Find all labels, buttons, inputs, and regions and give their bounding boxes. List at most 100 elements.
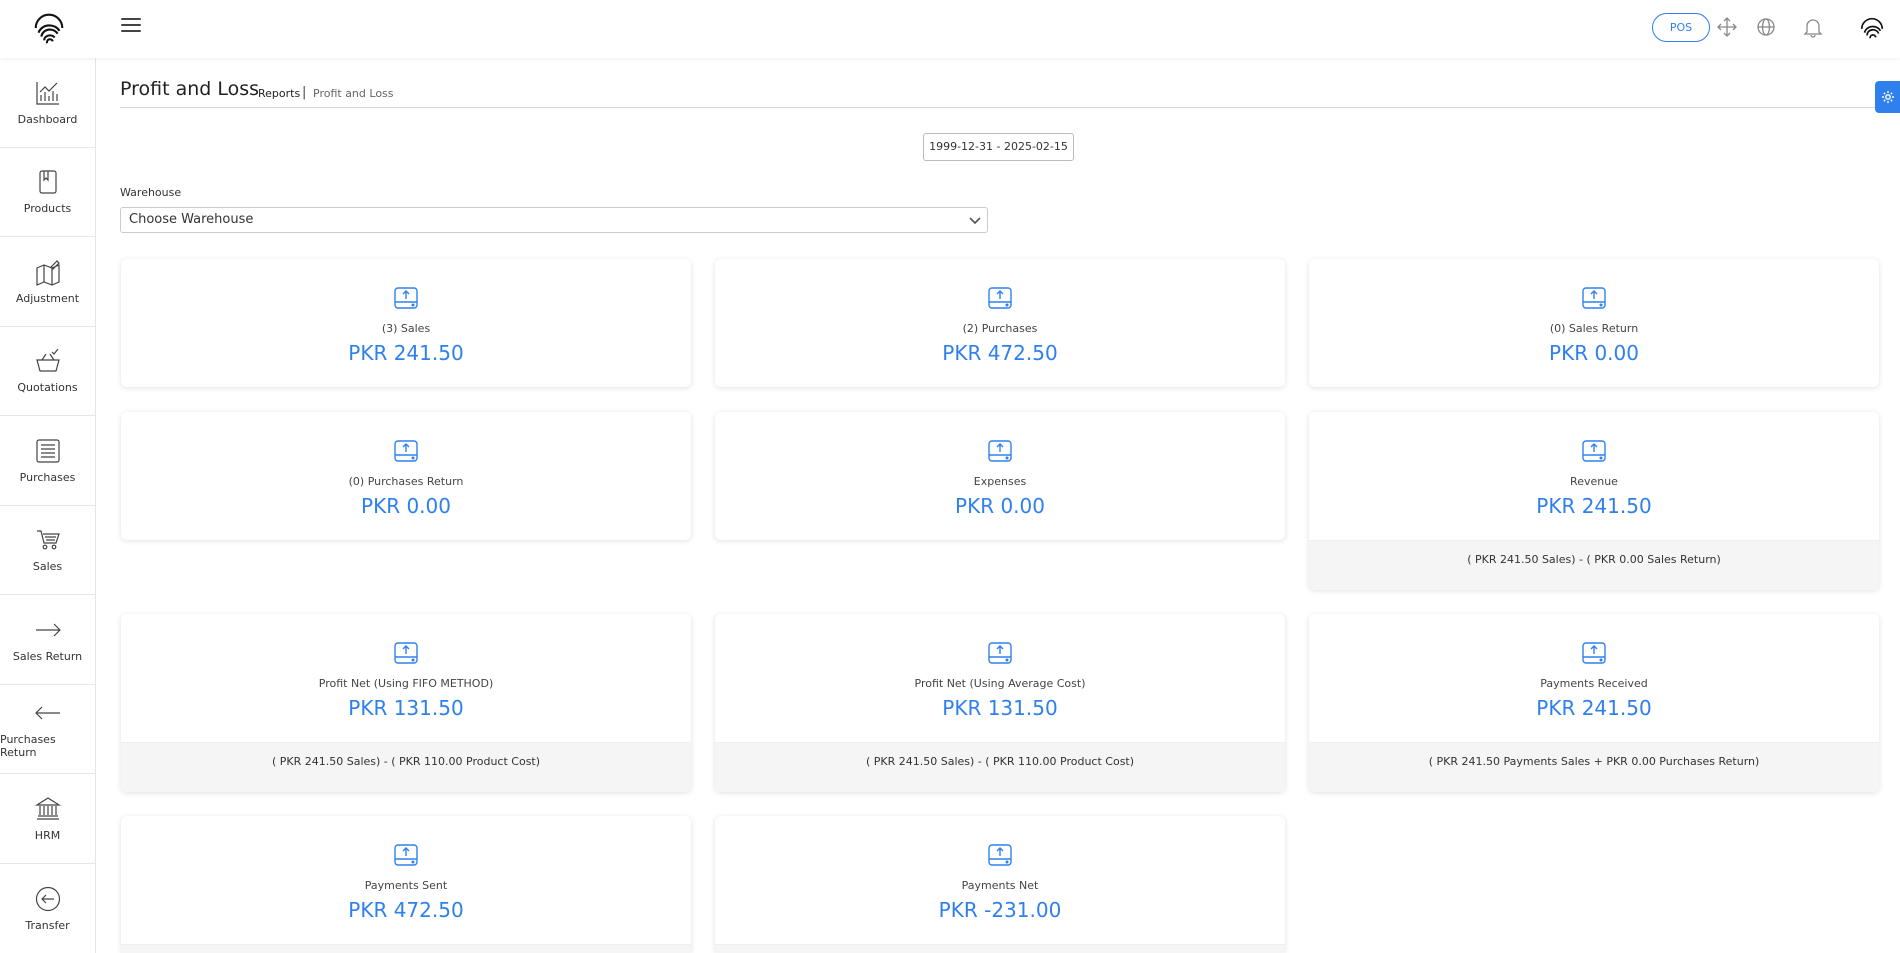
upload-drive-icon xyxy=(394,287,418,309)
card-purchases-return: (0) Purchases Return PKR 0.00 xyxy=(121,412,691,540)
card-value: PKR 241.50 xyxy=(348,341,464,365)
card-formula: ( PKR 241.50 Sales) - ( PKR 110.00 Produ… xyxy=(715,742,1285,792)
card-value: PKR 0.00 xyxy=(361,494,451,518)
warehouse-select[interactable]: Choose Warehouse xyxy=(120,207,988,233)
upload-drive-icon xyxy=(988,287,1012,309)
sidebar-item-label: Adjustment xyxy=(15,291,80,305)
breadcrumb-reports[interactable]: Reports xyxy=(258,87,300,100)
chart-icon xyxy=(35,81,59,105)
arrow-left-icon xyxy=(34,706,60,720)
top-bar: POS xyxy=(0,0,1900,58)
card-revenue: Revenue PKR 241.50 ( PKR 241.50 Sales) -… xyxy=(1309,412,1879,590)
upload-drive-icon xyxy=(1582,440,1606,462)
sidebar-item-label: Transfer xyxy=(25,918,70,932)
gear-icon xyxy=(1882,91,1894,103)
sidebar-item-label: Sales Return xyxy=(12,649,83,663)
upload-drive-icon xyxy=(394,844,418,866)
card-value: PKR 0.00 xyxy=(955,494,1045,518)
card-payments-sent: Payments Sent PKR 472.50 xyxy=(121,816,691,953)
customizer-toggle-button[interactable] xyxy=(1875,81,1900,113)
sidebar-item-label: Sales xyxy=(32,560,63,574)
avatar[interactable] xyxy=(1858,14,1886,42)
card-label: Payments Sent xyxy=(364,879,448,892)
card-value: PKR 241.50 xyxy=(1536,696,1652,720)
card-value: PKR 131.50 xyxy=(942,696,1058,720)
warehouse-select-value: Choose Warehouse xyxy=(129,212,254,227)
sidebar-item-sales[interactable]: Sales xyxy=(0,506,95,595)
breadcrumb-separator: | xyxy=(302,85,307,100)
sidebar-item-label: Dashboard xyxy=(17,112,78,126)
card-value: PKR 472.50 xyxy=(942,341,1058,365)
upload-drive-icon xyxy=(988,844,1012,866)
card-formula xyxy=(121,944,691,953)
card-value: PKR 472.50 xyxy=(348,898,464,922)
chevron-down-icon xyxy=(969,217,981,225)
card-payments-net: Payments Net PKR -231.00 xyxy=(715,816,1285,953)
card-label: (2) Purchases xyxy=(962,322,1038,335)
menu-icon-bar xyxy=(121,18,141,20)
card-value: PKR 241.50 xyxy=(1536,494,1652,518)
card-label: Payments Net xyxy=(961,879,1039,892)
menu-icon-bar xyxy=(121,30,141,32)
basket-check-icon xyxy=(35,348,60,372)
card-sales: (3) Sales PKR 241.50 xyxy=(121,259,691,387)
sidebar-item-adjustment[interactable]: Adjustment xyxy=(0,237,95,327)
page-header: Profit and Loss Reports | Profit and Los… xyxy=(120,68,1878,108)
card-expenses: Expenses PKR 0.00 xyxy=(715,412,1285,540)
card-formula xyxy=(715,944,1285,953)
fullscreen-icon[interactable] xyxy=(1716,16,1738,38)
card-label: Revenue xyxy=(1570,475,1618,488)
card-formula: ( PKR 241.50 Sales) - ( PKR 0.00 Sales R… xyxy=(1309,540,1879,590)
upload-drive-icon xyxy=(394,642,418,664)
sidebar-item-dashboard[interactable]: Dashboard xyxy=(0,58,95,148)
page-title: Profit and Loss xyxy=(120,78,260,100)
card-value: PKR 0.00 xyxy=(1549,341,1639,365)
card-profit-net-fifo: Profit Net (Using FIFO METHOD) PKR 131.5… xyxy=(121,614,691,792)
date-range-picker[interactable]: 1999-12-31 - 2025-02-15 xyxy=(923,133,1074,161)
book-icon xyxy=(38,170,57,194)
sidebar-item-purchases-return[interactable]: Purchases Return xyxy=(0,685,95,774)
card-label: (0) Purchases Return xyxy=(348,475,464,488)
card-value: PKR 131.50 xyxy=(348,696,464,720)
card-purchases: (2) Purchases PKR 472.50 xyxy=(715,259,1285,387)
upload-drive-icon xyxy=(988,642,1012,664)
pos-button[interactable]: POS xyxy=(1652,13,1710,42)
arrow-right-icon xyxy=(35,623,61,637)
cart-icon xyxy=(36,530,60,550)
sidebar-item-label: Purchases Return xyxy=(0,732,56,759)
sidebar-item-transfer[interactable]: Transfer xyxy=(0,864,95,953)
globe-icon[interactable] xyxy=(1755,16,1777,38)
map-edit-icon xyxy=(35,259,60,286)
upload-drive-icon xyxy=(1582,287,1606,309)
sidebar-item-purchases[interactable]: Purchases xyxy=(0,416,95,506)
sidebar-item-label: HRM xyxy=(34,828,61,842)
card-value: PKR -231.00 xyxy=(938,898,1062,922)
breadcrumb-current: Profit and Loss xyxy=(313,87,394,100)
logo-icon[interactable] xyxy=(30,9,68,47)
sidebar-item-quotations[interactable]: Quotations xyxy=(0,327,95,416)
sidebar-item-hrm[interactable]: HRM xyxy=(0,774,95,864)
transfer-icon xyxy=(35,886,60,911)
upload-drive-icon xyxy=(394,440,418,462)
card-formula: ( PKR 241.50 Sales) - ( PKR 110.00 Produ… xyxy=(121,742,691,792)
card-label: Profit Net (Using FIFO METHOD) xyxy=(318,677,494,690)
bell-icon[interactable] xyxy=(1802,16,1824,38)
sidebar-item-label: Quotations xyxy=(17,381,78,395)
card-label: (3) Sales xyxy=(381,322,431,335)
card-formula: ( PKR 241.50 Payments Sales + PKR 0.00 P… xyxy=(1309,742,1879,792)
upload-drive-icon xyxy=(1582,642,1606,664)
menu-icon-bar xyxy=(121,24,141,26)
card-label: Payments Received xyxy=(1540,677,1648,690)
card-profit-net-average: Profit Net (Using Average Cost) PKR 131.… xyxy=(715,614,1285,792)
warehouse-label: Warehouse xyxy=(120,186,182,199)
card-label: Expenses xyxy=(973,475,1027,488)
sidebar-item-sales-return[interactable]: Sales Return xyxy=(0,595,95,685)
card-payments-received: Payments Received PKR 241.50 ( PKR 241.5… xyxy=(1309,614,1879,792)
sidebar-item-products[interactable]: Products xyxy=(0,148,95,237)
menu-toggle-button[interactable] xyxy=(121,18,141,34)
upload-drive-icon xyxy=(988,440,1012,462)
sidebar: Dashboard Products Adjustment Quotations… xyxy=(0,58,96,953)
card-sales-return: (0) Sales Return PKR 0.00 xyxy=(1309,259,1879,387)
sidebar-item-label: Purchases xyxy=(19,470,76,484)
sidebar-item-label: Products xyxy=(23,202,72,216)
